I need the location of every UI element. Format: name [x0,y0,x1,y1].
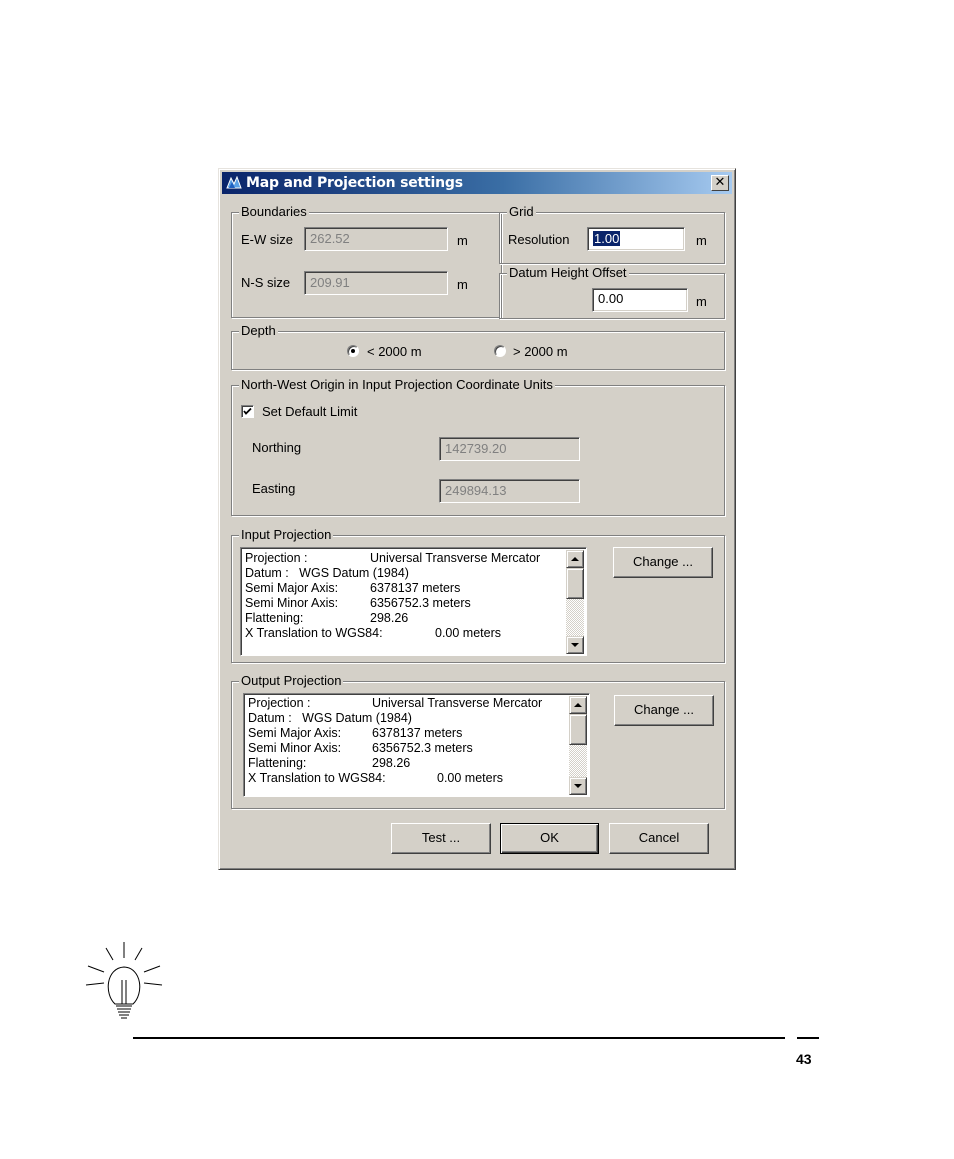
depth-legend: Depth [239,323,278,339]
output-change-button[interactable]: Change ... [614,695,714,726]
resolution-value: 1.00 [593,231,621,246]
scroll-up-icon [571,557,579,561]
scroll-down-button[interactable] [566,636,584,654]
output-projection-scrollbar[interactable] [569,696,587,795]
footer-rule [133,1037,785,1039]
input-change-button[interactable]: Change ... [613,547,713,578]
title-bar[interactable]: Map and Projection settings ✕ [222,172,732,194]
list-item-value: 0.00 meters [437,771,504,785]
checkmark-icon [243,407,252,415]
resolution-label: Resolution [508,232,570,247]
scroll-up-button[interactable] [566,550,584,568]
dialog-title: Map and Projection settings [246,175,463,191]
scroll-down-icon [571,643,579,647]
easting-label: Easting [252,481,296,496]
list-item: Datum : WGS Datum (1984) [248,711,412,725]
scroll-thumb[interactable] [566,568,584,599]
grid-legend: Grid [507,204,536,220]
easting-field[interactable]: 249894.13 [439,479,580,503]
list-item-value: 6356752.3 meters [370,596,471,610]
input-projection-legend: Input Projection [239,527,334,543]
grid-group: Grid Resolution 1.00 m [499,204,725,264]
resolution-field[interactable]: 1.00 [587,227,685,251]
ew-size-label: E-W size [241,232,293,247]
list-item: X Translation to WGS84: [248,771,386,785]
input-projection-listbox[interactable]: Projection : Universal Transverse Mercat… [240,547,587,656]
close-icon: ✕ [714,175,726,190]
ns-unit-label: m [457,277,468,292]
input-projection-scrollbar[interactable] [566,550,584,654]
list-item: Projection : [245,551,308,565]
default-limit-checkbox[interactable] [241,405,254,418]
list-item: Semi Minor Axis: [245,596,339,610]
output-projection-listbox[interactable]: Projection : Universal Transverse Mercat… [243,693,590,797]
scroll-up-button[interactable] [569,696,587,714]
depth-deep-label[interactable]: > 2000 m [513,344,568,359]
output-projection-legend: Output Projection [239,673,344,689]
map-projection-dialog: Map and Projection settings ✕ Boundaries… [218,168,736,870]
list-item-value: 0.00 meters [435,626,502,640]
cancel-button[interactable]: Cancel [609,823,709,854]
scroll-thumb[interactable] [569,714,587,745]
ew-unit-label: m [457,233,468,248]
ok-button[interactable]: OK [500,823,599,854]
northing-field[interactable]: 142739.20 [439,437,580,461]
list-item: X Translation to WGS84: [245,626,383,640]
output-projection-group: Output Projection Projection : Universal… [231,673,725,809]
datum-height-unit-label: m [696,294,707,309]
datum-height-legend: Datum Height Offset [507,265,629,281]
list-item-value: 6378137 meters [372,726,463,740]
ns-size-field[interactable]: 209.91 [304,271,448,295]
list-item: Semi Minor Axis: [248,741,342,755]
map-projection-icon [226,176,242,189]
list-item-value: 298.26 [370,611,409,625]
list-item: Flattening: [248,756,307,770]
origin-legend: North-West Origin in Input Projection Co… [239,377,555,393]
scroll-down-icon [574,784,582,788]
test-button[interactable]: Test ... [391,823,491,854]
depth-shallow-label[interactable]: < 2000 m [367,344,422,359]
boundaries-legend: Boundaries [239,204,309,220]
list-item: Semi Major Axis: [245,581,339,595]
depth-group: Depth < 2000 m > 2000 m [231,323,725,370]
boundaries-group: Boundaries E-W size 262.52 m N-S size 20… [231,204,502,318]
list-item: Semi Major Axis: [248,726,342,740]
page-number: 43 [796,1051,812,1067]
ns-size-label: N-S size [241,275,291,290]
footer-rule-short [797,1037,819,1039]
origin-group: North-West Origin in Input Projection Co… [231,377,725,516]
resolution-unit-label: m [696,233,707,248]
radio-selected-dot [351,349,355,353]
depth-shallow-radio[interactable] [347,345,359,357]
list-item-value: Universal Transverse Mercator [370,551,541,565]
northing-label: Northing [252,440,302,455]
input-projection-group: Input Projection Projection : Universal … [231,527,725,663]
scroll-up-icon [574,703,582,707]
depth-deep-radio[interactable] [494,345,506,357]
scroll-down-button[interactable] [569,777,587,795]
list-item: Datum : WGS Datum (1984) [245,566,409,580]
list-item: Flattening: [245,611,304,625]
list-item-value: 6356752.3 meters [372,741,473,755]
close-button[interactable]: ✕ [711,175,729,191]
list-item-value: 298.26 [372,756,411,770]
datum-height-group: Datum Height Offset 0.00 m [499,265,725,319]
ew-size-field[interactable]: 262.52 [304,227,448,251]
list-item: Projection : [248,696,311,710]
list-item-value: 6378137 meters [370,581,461,595]
datum-height-field[interactable]: 0.00 [592,288,688,312]
list-item-value: Universal Transverse Mercator [372,696,543,710]
default-limit-label[interactable]: Set Default Limit [262,404,357,419]
lightbulb-icon [85,942,163,1019]
